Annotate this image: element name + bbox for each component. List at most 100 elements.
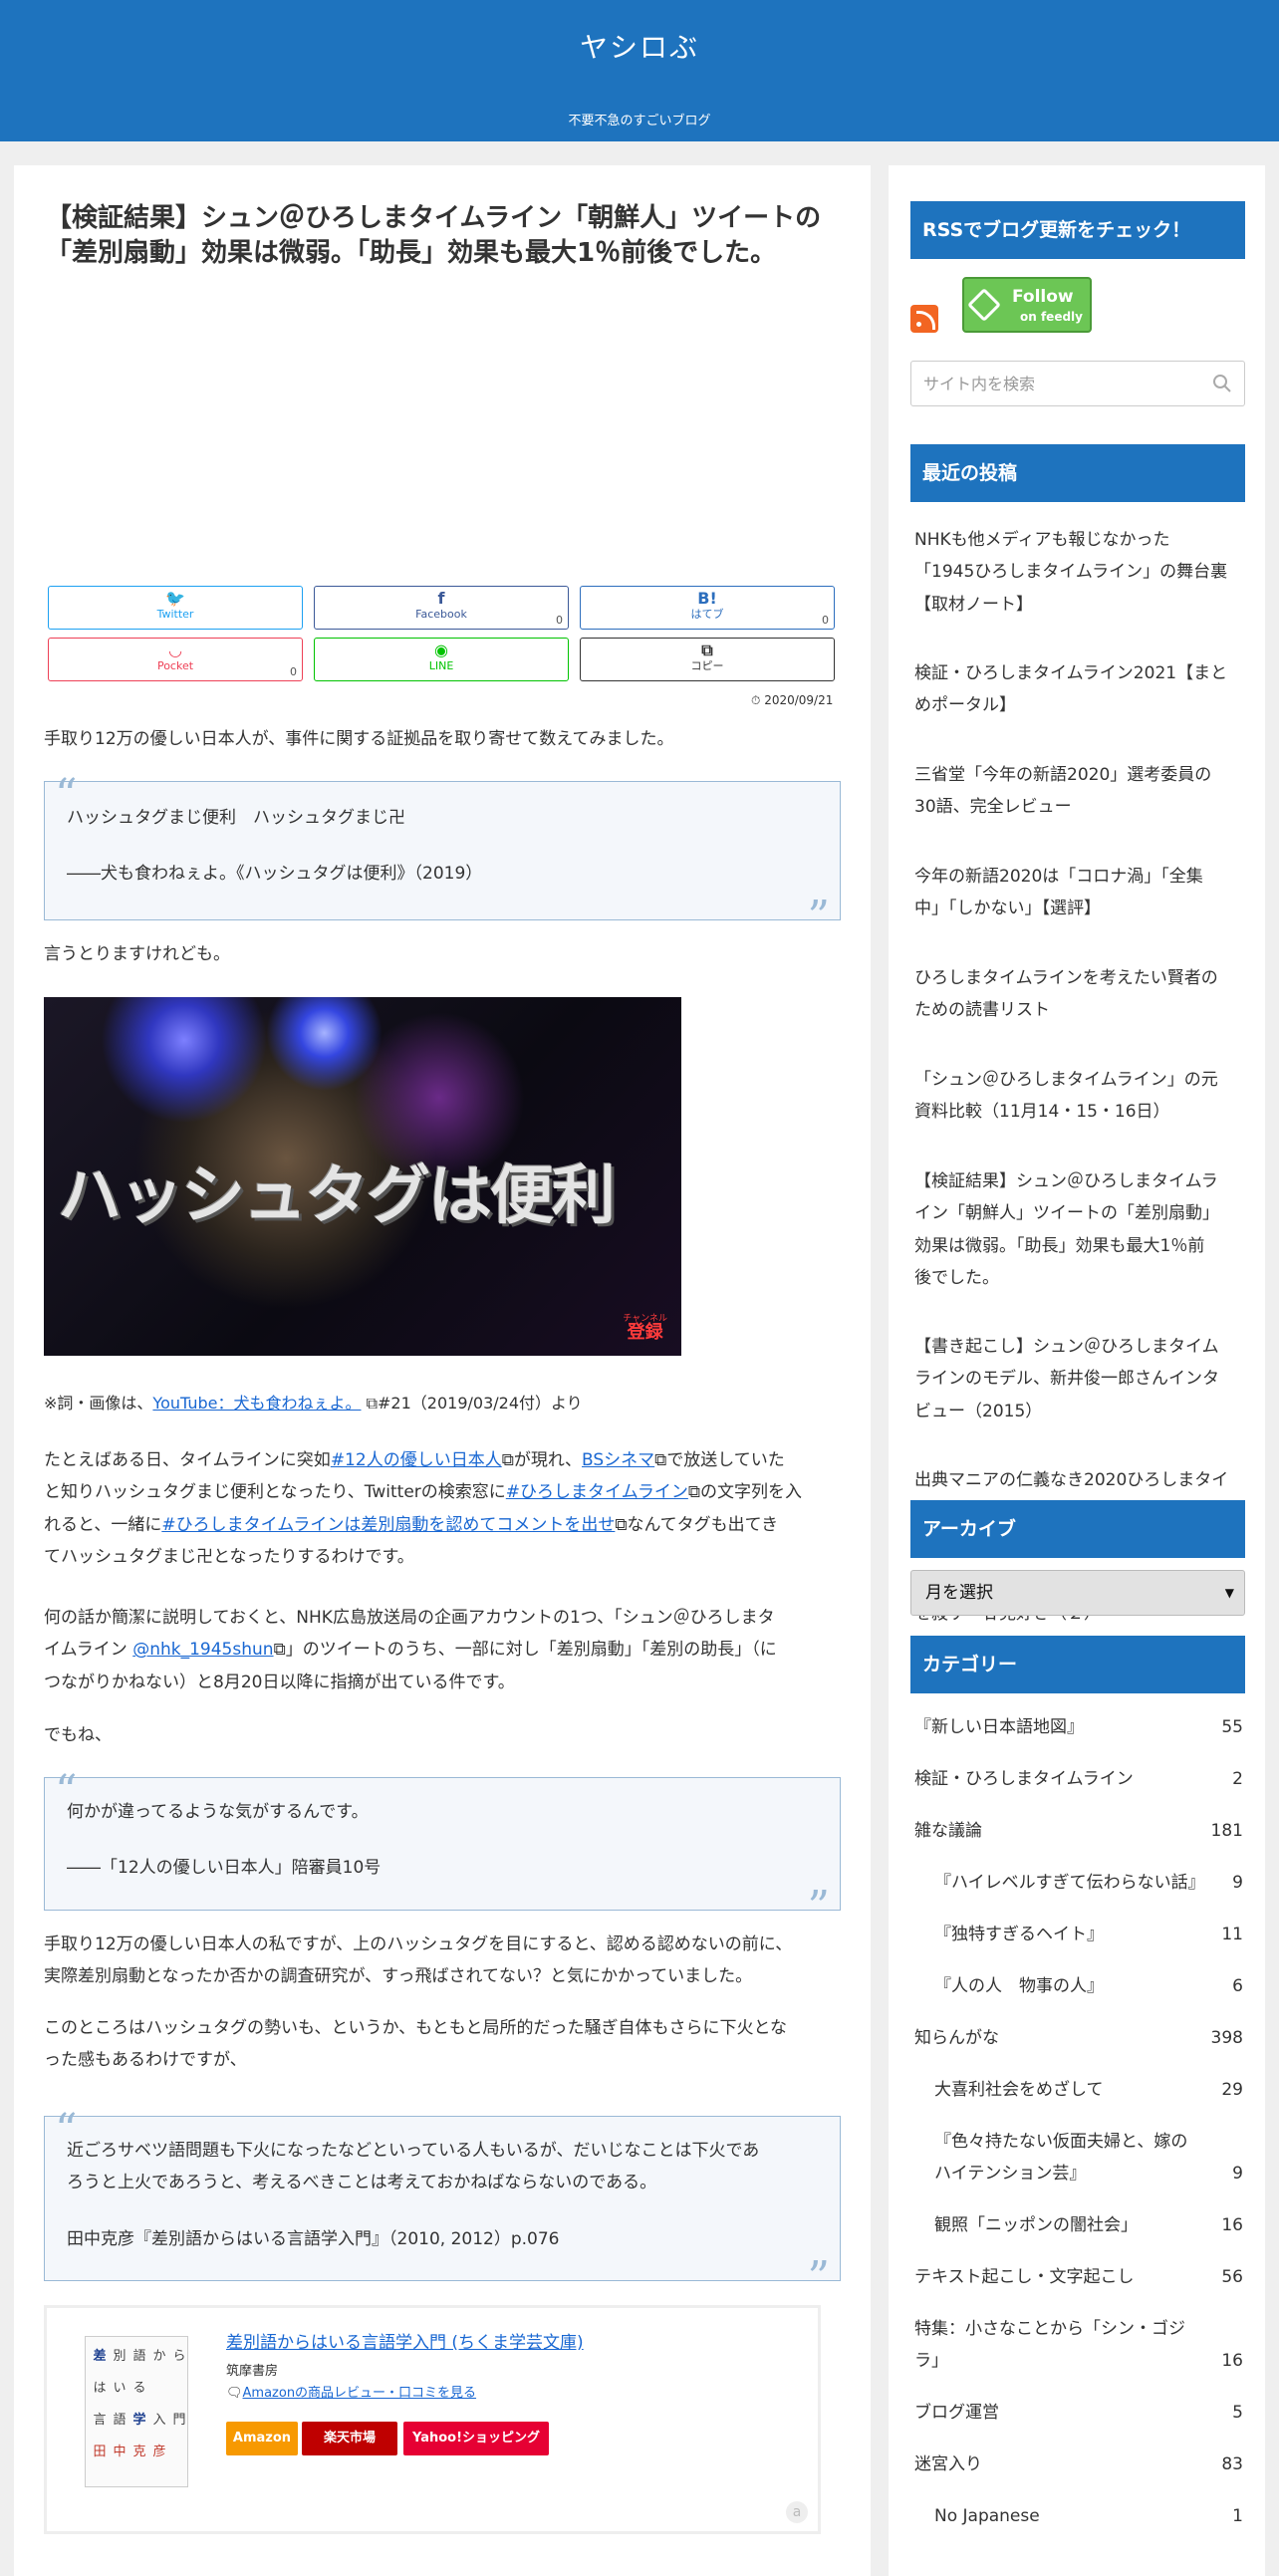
recent-post-link[interactable]: 【検証結果】シュン＠ひろしまタイムラ イン「朝鮮人」ツイートの「差別扇動」 効果は微…: [914, 1165, 1243, 1294]
share-pocket-button[interactable]: ◡ Pocket 0: [48, 638, 303, 681]
share-count: 0: [556, 614, 563, 627]
cover-glyph: 言: [93, 2413, 107, 2428]
category-count: 16: [1221, 2351, 1243, 2371]
category-heading: カテゴリー: [910, 1636, 1245, 1693]
share-facebook-button[interactable]: f Facebook 0: [314, 586, 569, 630]
archive-select[interactable]: 月を選択 ▼: [910, 1570, 1245, 1616]
category-item[interactable]: 『人の人 物事の人』 6: [914, 1970, 1243, 2002]
share-line-button[interactable]: ◉ LINE: [314, 638, 569, 681]
category-item[interactable]: 大喜利社会をめざして 29: [914, 2074, 1243, 2106]
book-cover-image[interactable]: 差別語からはいる言語学入門田中克彦: [85, 2336, 188, 2487]
recent-post-line: 資料比較（11月14・15・16日）: [914, 1102, 1170, 1123]
recent-post-link[interactable]: 検証・ひろしまタイムライン2021【まと めポータル】: [914, 657, 1243, 722]
article-title: 【検証結果】シュン＠ひろしまタイムライン「朝鮮人」ツイートの 「差別扇動」効果は微…: [46, 203, 822, 269]
close-quote-icon: ”: [807, 892, 831, 942]
twitter-icon: 🐦: [165, 589, 185, 608]
category-item[interactable]: 『新しい日本語地図』 55: [914, 1711, 1243, 1743]
category-label: 『色々持たない仮面夫婦と、嫁のハイテンション芸』: [934, 2132, 1188, 2185]
category-item[interactable]: 『独特すぎるヘイト』 11: [914, 1919, 1243, 1950]
article-main: 【検証結果】シュン＠ひろしまタイムライン「朝鮮人」ツイートの 「差別扇動」効果は微…: [14, 165, 871, 2576]
category-item[interactable]: 迷宮入り 83: [914, 2448, 1243, 2480]
category-label: 特集：小さなことから「シン・ゴジラ」: [914, 2319, 1185, 2372]
recent-post-link[interactable]: ひろしまタイムラインを考えたい賢者の ための読書リスト: [914, 962, 1243, 1027]
feedly-follow-button[interactable]: Follow on feedly: [962, 277, 1092, 333]
recent-post-line: 30語、完全レビュー: [914, 797, 1072, 818]
category-item[interactable]: 検証・ひろしまタイムライン 2: [914, 1763, 1243, 1795]
share-label: コピー: [690, 659, 724, 672]
hashtag-link[interactable]: #ひろしまタイムラインは差別扇動を認めてコメントを出せ: [161, 1515, 615, 1535]
paragraph: 言うとりますけれども。: [44, 944, 230, 964]
sidebar: RSSでブログ更新をチェック！ Follow on feedly 最近の投稿 N…: [889, 165, 1265, 2576]
cover-glyph: 語: [113, 2413, 127, 2428]
open-quote-icon: “: [55, 2105, 78, 2156]
recent-post-link[interactable]: 「シュン＠ひろしまタイムライン」の元 資料比較（11月14・15・16日）: [914, 1064, 1243, 1129]
external-link-icon: ⧉: [273, 1640, 286, 1661]
share-copy-button[interactable]: ⧉ コピー: [580, 638, 835, 681]
category-count: 11: [1221, 1925, 1243, 1944]
twitter-account-link[interactable]: @nhk_1945shun: [132, 1640, 273, 1660]
recent-post-line: 「シュン＠ひろしまタイムライン」の元: [914, 1070, 1218, 1090]
category-item[interactable]: 『ハイレベルすぎて伝わらない話』 9: [914, 1867, 1243, 1899]
recent-post-line: 出典マニアの仁義なき2020ひろしまタイ: [914, 1470, 1229, 1490]
share-twitter-button[interactable]: 🐦 Twitter: [48, 586, 303, 630]
category-label: 迷宮入り: [914, 2454, 982, 2474]
category-label: 観照「ニッポンの闇社会」: [934, 2215, 1138, 2235]
recent-post-line: 【取材ノート】: [914, 594, 1033, 615]
shop-button-0[interactable]: Amazon: [226, 2422, 298, 2455]
recent-post-line: 三省堂「今年の新語2020」選考委員の: [914, 765, 1212, 785]
cover-glyph: 学: [132, 2413, 146, 2428]
external-link-icon: ⧉: [501, 1450, 514, 1470]
category-count: 16: [1221, 2215, 1243, 2235]
share-label: Pocket: [156, 659, 194, 672]
blockquote-2: “ 何かが違ってるような気がするんです。 ――「12人の優しい日本人」陪審員10…: [44, 1770, 841, 1930]
site-title[interactable]: ヤシロぶ: [0, 26, 1279, 66]
share-hatebu-button[interactable]: B! はてブ 0: [580, 586, 835, 630]
category-item[interactable]: 特集：小さなことから「シン・ゴジラ」 16: [914, 2313, 1243, 2378]
search-icon[interactable]: [1211, 373, 1233, 394]
open-quote-icon: “: [55, 1766, 78, 1817]
amazon-icon: a: [786, 2501, 808, 2523]
product-title-link[interactable]: 差別語からはいる言語学入門 (ちくま学芸文庫): [226, 2328, 584, 2353]
open-quote-icon: “: [55, 770, 78, 821]
category-label: 『人の人 物事の人』: [934, 1976, 1104, 1996]
category-item[interactable]: ブログ運営 5: [914, 2397, 1243, 2429]
recent-posts-heading: 最近の投稿: [910, 444, 1245, 502]
paragraph: でもね、: [44, 1725, 112, 1745]
recent-post-link[interactable]: 【書き起こし】シュン＠ひろしまタイム ラインのモデル、新井俊一郎さんインタ ビュー（…: [914, 1331, 1243, 1427]
category-count: 56: [1221, 2267, 1243, 2287]
cover-glyph: 入: [152, 2413, 166, 2428]
shop-button-1[interactable]: 楽天市場: [302, 2422, 397, 2455]
recent-post-line: 検証・ひろしまタイムライン2021【まと: [914, 663, 1228, 683]
quote-line: ろうと上火であろうと、考えるべきことは考えておかねばならないのである。: [67, 2173, 657, 2193]
rss-icon[interactable]: [910, 305, 938, 333]
blockquote-1: “ ハッシュタグまじ便利 ハッシュタグまじ卍 ――犬も食わねぇよ。《ハッシュタグ…: [44, 774, 841, 939]
cover-glyph: ら: [172, 2349, 186, 2364]
hashtag-link[interactable]: #12人の優しい日本人: [331, 1450, 502, 1470]
copy-icon: ⧉: [701, 641, 713, 659]
youtube-link[interactable]: YouTube：犬も食わねぇよ。: [152, 1394, 361, 1413]
recent-post-link[interactable]: NHKも他メディアも報じなかった 「1945ひろしまタイムライン」の舞台裏 【取材ノ…: [914, 524, 1243, 621]
paragraph: 手取り12万の優しい日本人の私ですが、上のハッシュタグを目にすると、認める認めな…: [44, 1934, 793, 1987]
bs-cinema-link[interactable]: BSシネマ: [582, 1450, 654, 1470]
cover-glyph: 彦: [152, 2445, 166, 2459]
category-item[interactable]: 『色々持たない仮面夫婦と、嫁のハイテンション芸』 9: [914, 2126, 1243, 2190]
recent-post-link[interactable]: 三省堂「今年の新語2020」選考委員の 30語、完全レビュー: [914, 759, 1243, 824]
paragraph-hashtags: たとえばある日、タイムラインに突如#12人の優しい日本人⧉が現れ、BSシネマ⧉で…: [44, 1450, 802, 1567]
category-item[interactable]: テキスト起こし・文字起こし 56: [914, 2261, 1243, 2293]
category-item[interactable]: 雑な議論 181: [914, 1815, 1243, 1847]
recent-post-line: 【検証結果】シュン＠ひろしまタイムラ: [914, 1171, 1218, 1191]
clock-icon: ⏱: [751, 693, 761, 707]
image-credit: ※詞・画像は、YouTube：犬も食わねぇよ。 ⧉#21（2019/03/24付…: [44, 1394, 583, 1413]
feedly-sublabel: on feedly: [1020, 310, 1083, 324]
review-link[interactable]: Amazonの商品レビュー・口コミを見る: [243, 2386, 477, 2401]
video-thumbnail[interactable]: ハッシュタグは便利 チャンネル 登録: [44, 997, 681, 1356]
external-link-icon: ⧉: [687, 1482, 700, 1503]
recent-post-link[interactable]: 今年の新語2020は「コロナ渦」「全集 中」「しかない」【選評】: [914, 861, 1243, 925]
category-item[interactable]: No Japanese 1: [914, 2500, 1243, 2532]
search-input[interactable]: [910, 361, 1245, 406]
feedly-label: Follow: [1012, 287, 1074, 307]
shop-button-2[interactable]: Yahoo!ショッピング: [403, 2422, 549, 2455]
category-item[interactable]: 観照「ニッポンの闇社会」 16: [914, 2209, 1243, 2241]
hashtag-link[interactable]: #ひろしまタイムライン: [506, 1482, 688, 1502]
category-item[interactable]: 知らんがな 398: [914, 2022, 1243, 2054]
